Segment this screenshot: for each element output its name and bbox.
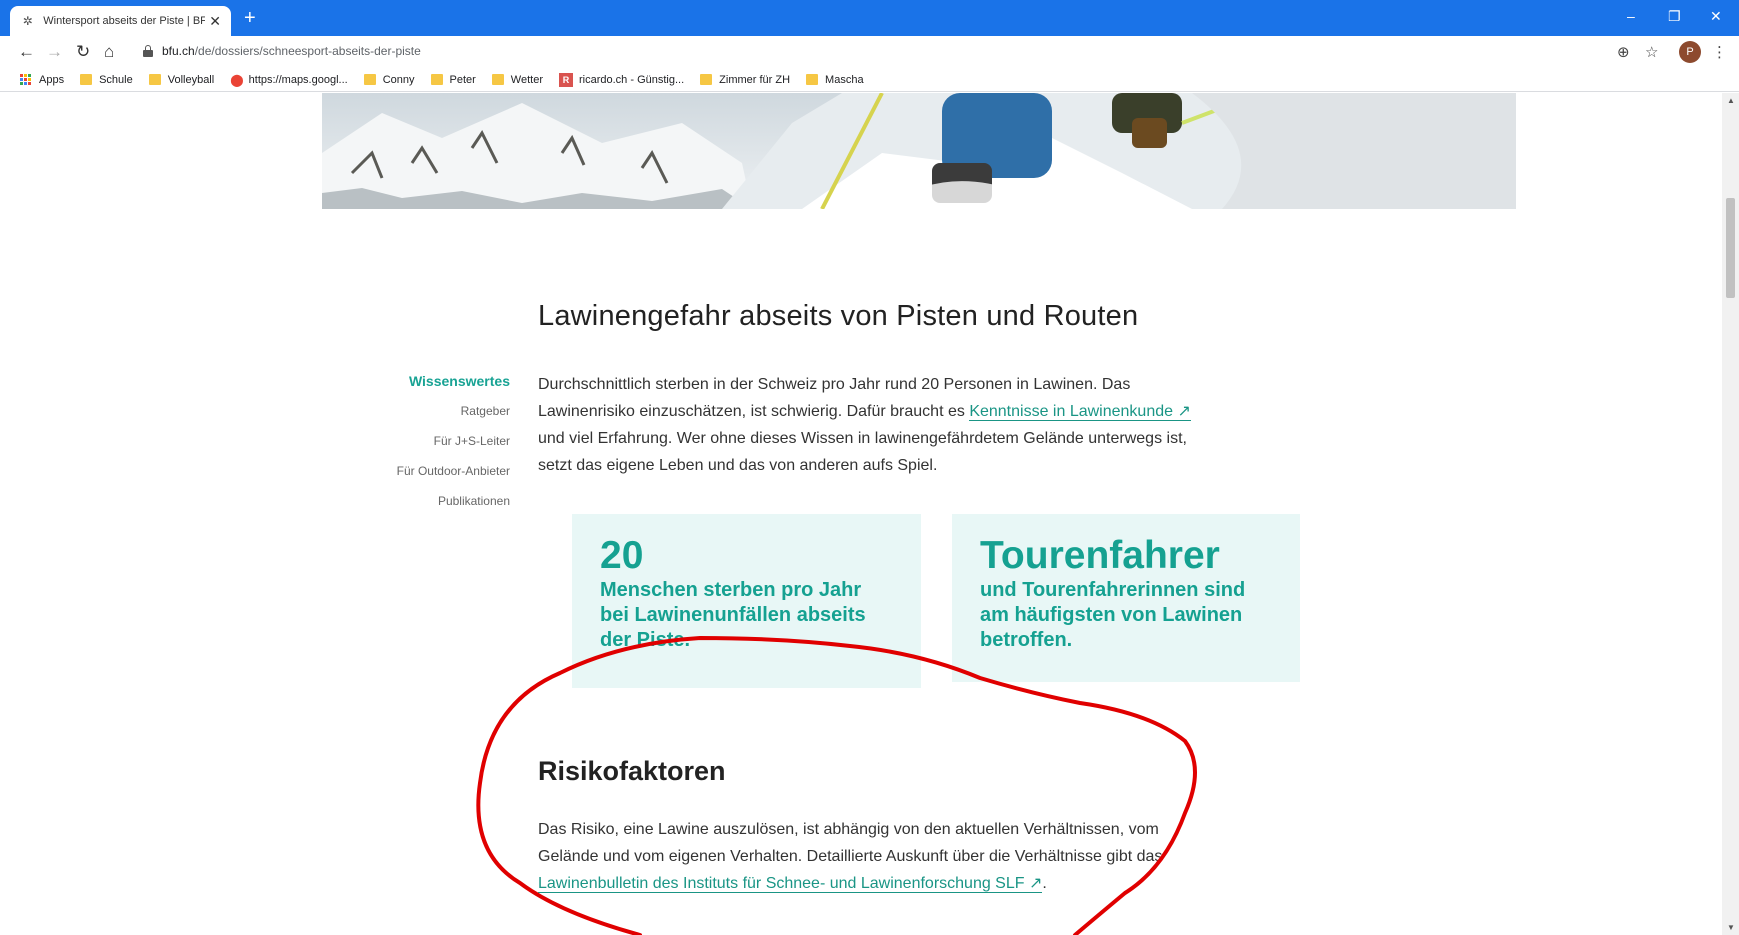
intro-text-end: und viel Erfahrung. Wer ohne dieses Wiss… (538, 430, 1187, 474)
folder-icon (80, 74, 93, 85)
lawinenkunde-link[interactable]: Kenntnisse in Lawinenkunde ↗ (969, 403, 1191, 421)
back-icon[interactable]: ← (18, 42, 35, 62)
bookmark-maps[interactable]: ⬤ https://maps.googl... (230, 73, 348, 87)
subnav-item-outdoor-anbieter[interactable]: Für Outdoor-Anbieter (380, 463, 510, 493)
install-icon[interactable]: ⊕ (1617, 43, 1630, 61)
profile-avatar[interactable]: P (1679, 41, 1701, 63)
tab-strip: ✲ Wintersport abseits der Piste | BF ✕ +… (0, 0, 1739, 36)
ricardo-icon: R (559, 72, 573, 87)
fact-card-tourenfahrer: Tourenfahrer und Tourenfahrerinnen sind … (952, 514, 1300, 682)
close-window-icon[interactable]: ✕ (1710, 8, 1722, 25)
close-tab-icon[interactable]: ✕ (209, 13, 221, 30)
new-tab-icon[interactable]: + (244, 8, 256, 28)
restore-icon[interactable]: ❐ (1668, 8, 1681, 25)
bookmark-label: Wetter (510, 73, 543, 86)
bookmark-label: Schule (99, 73, 133, 86)
forward-icon[interactable]: → (46, 42, 63, 62)
url-domain: bfu.ch (162, 44, 195, 58)
bookmark-conny[interactable]: Conny (363, 73, 415, 86)
risk-text: Das Risiko, eine Lawine auszulösen, ist … (538, 821, 1163, 865)
bookmark-label: ricardo.ch - Günstig... (579, 73, 685, 86)
folder-icon (806, 74, 819, 85)
scroll-down-icon[interactable]: ▼ (1727, 923, 1735, 932)
bookmark-volleyball[interactable]: Volleyball (148, 73, 215, 86)
subnav-item-ratgeber[interactable]: Ratgeber (380, 403, 510, 433)
folder-icon (148, 74, 161, 85)
bookmark-label: Conny (382, 73, 415, 86)
map-pin-icon: ⬤ (230, 72, 244, 87)
url-path: /de/dossiers/schneesport-abseits-der-pis… (194, 44, 421, 58)
tab-title: Wintersport abseits der Piste | BF (43, 15, 206, 27)
site-favicon-icon: ✲ (22, 14, 33, 28)
subnav-item-wissenswertes[interactable]: Wissenswertes (380, 373, 510, 403)
apps-grid-icon (20, 73, 32, 86)
browser-toolbar: ← → ↻ ⌂ bfu.ch/de/dossiers/schneesport-a… (0, 36, 1739, 68)
risk-paragraph: Das Risiko, eine Lawine auszulösen, ist … (538, 816, 1198, 897)
folder-icon (700, 74, 713, 85)
browser-tab[interactable]: ✲ Wintersport abseits der Piste | BF ✕ (10, 6, 231, 36)
section-subnav: Wissenswertes Ratgeber Für J+S-Leiter Fü… (380, 373, 510, 523)
intro-paragraph: Durchschnittlich sterben in der Schweiz … (538, 371, 1198, 479)
menu-icon[interactable]: ⋮ (1712, 43, 1727, 61)
home-icon[interactable]: ⌂ (104, 42, 114, 62)
fact-headline: Tourenfahrer (980, 534, 1220, 577)
folder-icon (363, 74, 376, 85)
scroll-thumb[interactable] (1726, 198, 1735, 298)
lawinenbulletin-link[interactable]: Lawinenbulletin des Instituts für Schnee… (538, 875, 1043, 893)
page-viewport: Lawinengefahr abseits von Pisten und Rou… (0, 93, 1722, 935)
bookmark-ricardo[interactable]: R ricardo.ch - Günstig... (559, 72, 685, 87)
risk-text-end: . (1042, 875, 1047, 892)
bookmark-star-icon[interactable]: ☆ (1645, 43, 1658, 61)
page-scrollbar[interactable]: ▲ ▼ (1722, 93, 1739, 935)
bookmark-label: Apps (39, 73, 65, 86)
address-bar[interactable]: bfu.ch/de/dossiers/schneesport-abseits-d… (162, 44, 421, 58)
bookmark-label: https://maps.googl... (248, 73, 348, 86)
fact-number: 20 (600, 534, 644, 577)
bookmark-mascha[interactable]: Mascha (806, 74, 864, 86)
bookmarks-bar: Apps Schule Volleyball ⬤ https://maps.go… (0, 68, 1739, 92)
risk-title: Risikofaktoren (538, 756, 726, 786)
bookmark-schule[interactable]: Schule (80, 74, 133, 86)
fact-text: Menschen sterben pro Jahr bei Lawinenunf… (600, 579, 866, 651)
lock-icon[interactable] (143, 45, 153, 57)
subnav-item-js-leiter[interactable]: Für J+S-Leiter (380, 433, 510, 463)
fact-text: und Tourenfahrerinnen sind am häufigsten… (980, 579, 1246, 651)
bookmark-label: Volleyball (167, 73, 215, 86)
subnav-item-publikationen[interactable]: Publikationen (380, 493, 510, 523)
folder-icon (491, 74, 504, 85)
skier-photo (322, 93, 1516, 209)
section-title: Lawinengefahr abseits von Pisten und Rou… (538, 300, 1139, 332)
bookmark-label: Peter (449, 73, 476, 86)
minimize-icon[interactable]: – (1627, 8, 1635, 24)
folder-icon (430, 74, 443, 85)
scroll-up-icon[interactable]: ▲ (1727, 96, 1735, 105)
hero-image (322, 93, 1516, 209)
bookmark-zimmer[interactable]: Zimmer für ZH (700, 74, 790, 86)
bookmark-label: Zimmer für ZH (719, 73, 791, 86)
bookmark-label: Mascha (825, 73, 864, 86)
fact-card-deaths: 20 Menschen sterben pro Jahr bei Lawinen… (572, 514, 921, 688)
bookmark-peter[interactable]: Peter (430, 73, 476, 86)
reload-icon[interactable]: ↻ (76, 42, 90, 62)
bookmark-apps[interactable]: Apps (20, 73, 65, 86)
bookmark-wetter[interactable]: Wetter (491, 73, 543, 86)
